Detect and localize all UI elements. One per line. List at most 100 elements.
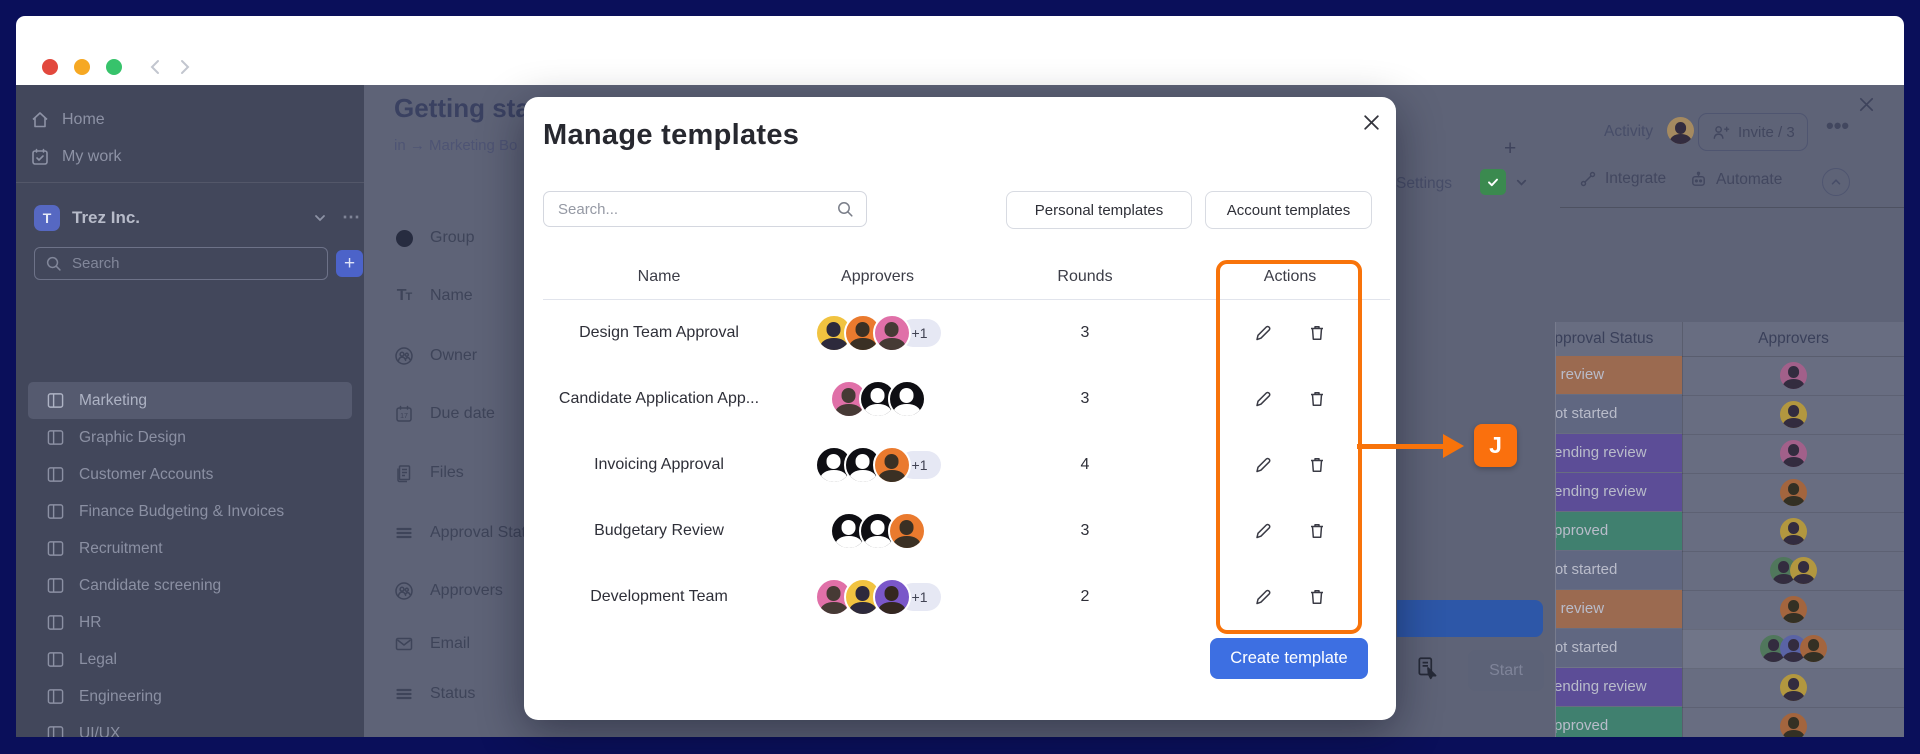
board-icon (46, 392, 65, 409)
sidebar-item-board[interactable]: Finance Budgeting & Invoices (28, 493, 352, 530)
avatar[interactable] (1780, 518, 1807, 545)
avatar[interactable] (1800, 635, 1827, 662)
sidebar-item-board[interactable]: HR (28, 604, 352, 641)
field-approvers[interactable]: Approvers (394, 578, 503, 604)
field-owner[interactable]: Owner (394, 343, 477, 369)
activity-avatar[interactable] (1667, 117, 1694, 144)
chevron-down-icon[interactable] (312, 210, 328, 226)
automate-button[interactable]: Automate (1689, 170, 1782, 189)
workspace-name: Trez Inc. (72, 208, 140, 228)
board-row[interactable]: Not started (1556, 551, 1904, 591)
sidebar-item-board[interactable]: Engineering (28, 678, 352, 715)
field-files[interactable]: Files (394, 460, 464, 486)
close-traffic-light[interactable] (42, 59, 58, 75)
tab-personal-templates[interactable]: Personal templates (1006, 191, 1192, 229)
avatar[interactable] (1780, 440, 1807, 467)
column-approval-status[interactable]: Approval Status (1555, 330, 1653, 348)
sidebar-item-board[interactable]: UI/UX (28, 715, 352, 737)
field-email[interactable]: Email (394, 631, 470, 657)
status-badge[interactable]: In review (1555, 356, 1682, 394)
add-board-button[interactable]: + (336, 250, 363, 277)
chevron-down-icon[interactable] (1514, 175, 1529, 190)
template-name: Design Team Approval (579, 300, 739, 366)
field-status[interactable]: Status (394, 681, 475, 707)
email-icon (394, 634, 414, 654)
add-tab-icon[interactable]: + (1504, 137, 1516, 161)
maximize-traffic-light[interactable] (106, 59, 122, 75)
board-row[interactable]: Pending review (1556, 434, 1904, 474)
board-row[interactable]: Pending review (1556, 473, 1904, 513)
sidebar-search-input[interactable] (70, 254, 274, 273)
approver-avatars: +1 (815, 578, 941, 616)
breadcrumb[interactable]: in → Marketing Bo (394, 137, 517, 154)
more-options-icon[interactable]: ••• (1826, 113, 1849, 139)
status-badge[interactable]: In review (1555, 590, 1682, 628)
workspace-menu-icon[interactable]: ⋯ (342, 207, 360, 228)
status-badge[interactable]: Not started (1555, 395, 1682, 433)
status-badge[interactable]: Not started (1555, 551, 1682, 589)
status-badge[interactable]: Pending review (1555, 473, 1682, 511)
header-approvers: Approvers (775, 255, 980, 299)
sidebar-item-board[interactable]: Legal (28, 641, 352, 678)
invite-button[interactable]: Invite / 3 (1698, 113, 1808, 151)
avatar[interactable] (1780, 596, 1807, 623)
board-row[interactable]: Approved (1556, 512, 1904, 552)
field-label: Group (430, 229, 474, 247)
board-row[interactable]: Approved (1556, 707, 1904, 737)
person-plus-icon (1711, 123, 1730, 142)
field-group[interactable]: Group (394, 225, 474, 251)
forward-icon[interactable] (174, 57, 194, 77)
close-icon[interactable] (1358, 109, 1384, 135)
avatar[interactable] (1780, 362, 1807, 389)
board-row[interactable]: In review (1556, 590, 1904, 630)
avatar[interactable] (1780, 479, 1807, 506)
status-badge[interactable]: Not started (1555, 629, 1682, 667)
board-row[interactable]: Not started (1556, 395, 1904, 435)
field-approval-status[interactable]: Approval Stat (394, 520, 526, 546)
board-row[interactable]: In review (1556, 356, 1904, 396)
field-label: Owner (430, 347, 477, 365)
sidebar-item-board[interactable]: Recruitment (28, 530, 352, 567)
sidebar-item-board[interactable]: Graphic Design (28, 419, 352, 456)
field-due-date[interactable]: 17 Due date (394, 401, 495, 427)
avatar[interactable] (1780, 713, 1807, 738)
sidebar-item-board[interactable]: Marketing (28, 382, 352, 419)
create-template-button[interactable]: Create template (1210, 638, 1368, 679)
status-badge[interactable]: Approved (1555, 512, 1682, 550)
board-label: Graphic Design (79, 429, 186, 447)
settings-label[interactable]: Settings (1396, 175, 1452, 193)
sidebar-item-label: My work (62, 148, 122, 166)
status-badge[interactable]: Pending review (1555, 434, 1682, 472)
workspace-switcher[interactable]: T Trez Inc. (34, 203, 140, 233)
board-row[interactable]: Pending review (1556, 668, 1904, 708)
sidebar-item-my-work[interactable]: My work (30, 142, 122, 172)
field-name[interactable]: TT Name (394, 283, 473, 309)
status-badge[interactable]: Approved (1555, 707, 1682, 737)
activity-label[interactable]: Activity (1604, 123, 1653, 141)
sidebar-item-board[interactable]: Candidate screening (28, 567, 352, 604)
template-rounds: 3 (980, 300, 1190, 366)
settings-checkbox[interactable] (1480, 169, 1506, 195)
template-search-input[interactable] (556, 200, 828, 219)
minimize-traffic-light[interactable] (74, 59, 90, 75)
sidebar-item-board[interactable]: Customer Accounts (28, 456, 352, 493)
tab-account-templates[interactable]: Account templates (1205, 191, 1372, 229)
sidebar-item-home[interactable]: Home (30, 105, 105, 135)
avatar[interactable] (1780, 674, 1807, 701)
start-button[interactable]: Start (1468, 650, 1544, 691)
avatar[interactable] (1780, 401, 1807, 428)
automate-icon (1689, 170, 1708, 189)
toolbar-divider (1560, 207, 1904, 208)
integrate-button[interactable]: Integrate (1579, 170, 1666, 188)
template-rounds: 3 (980, 366, 1190, 432)
collapse-toolbar-icon[interactable] (1822, 168, 1850, 196)
board-row[interactable]: Not started (1556, 629, 1904, 669)
close-panel-icon[interactable] (1857, 95, 1876, 114)
back-icon[interactable] (146, 57, 166, 77)
status-badge[interactable]: Pending review (1555, 668, 1682, 706)
avatar[interactable] (1790, 557, 1817, 584)
column-approvers[interactable]: Approvers (1682, 330, 1904, 348)
doc-cursor-icon[interactable] (1415, 655, 1441, 681)
my-work-icon (30, 147, 50, 167)
board-icon (46, 540, 65, 557)
